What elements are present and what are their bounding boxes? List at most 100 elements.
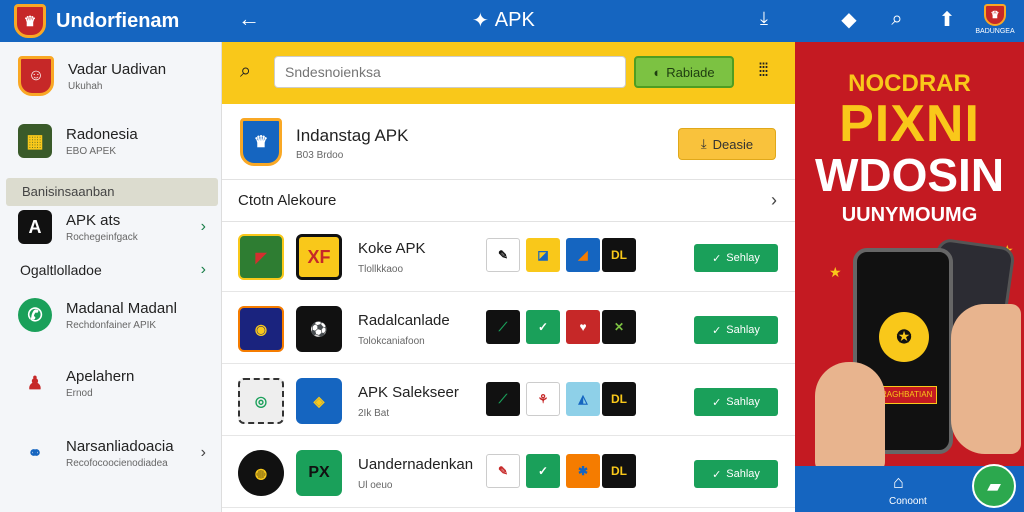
more-grid-icon[interactable]: ⁞⁞⁞: [758, 60, 769, 81]
whatsapp-icon: ✆: [18, 298, 52, 332]
home-icon[interactable]: ⌂: [893, 472, 904, 493]
sidebar-item-label: APK ats: [66, 211, 121, 229]
mini-icon: ⟋: [486, 382, 520, 416]
list-item[interactable]: ◍ PX Uandernadenkan Ul oeuo ✎ ✓ ✱ DL ✓ Sa…: [222, 438, 795, 508]
phone-emblem-icon: ✪: [879, 312, 929, 362]
row-title: Uandernadenkan: [358, 456, 474, 473]
search-input[interactable]: [274, 56, 626, 88]
sidebar-item-label: Madanal Madanl: [66, 299, 177, 317]
people-icon: ♟: [26, 372, 44, 393]
chevron-right-icon: ›: [200, 444, 206, 461]
avatar-label: BADUNGEA: [975, 28, 1015, 35]
category-label: Ctotn Alekoure: [238, 192, 337, 209]
sidebar-item-apelahern[interactable]: ♟ Apelahern Ernod: [0, 366, 222, 400]
sidebar-item-label: Narsanliadoacia: [66, 437, 174, 455]
sidebar-item-radonesia[interactable]: ▦ Radonesia EBO APEK: [0, 124, 222, 158]
mini-icon: ◭: [566, 382, 600, 416]
row-title: Radalcanlade: [358, 312, 450, 329]
hand-illustration: [951, 304, 1021, 454]
chat-fab-button[interactable]: ▰: [972, 464, 1016, 508]
promo-line-2: PIXNI: [839, 95, 980, 153]
chevron-right-icon: ›: [200, 218, 206, 235]
top-app-bar: ♛ Undorfienam ← ✦ APK ⤓ ◆ ⌕ ⬆ ♛ BADUNGEA: [0, 0, 1024, 42]
download-icon[interactable]: ⤓: [760, 8, 768, 29]
app-tile-icon: ◉: [238, 306, 284, 352]
mini-icon: ✎: [486, 454, 520, 488]
download-button-label: Deasie: [712, 136, 754, 152]
sidebar-user-profile[interactable]: ☺ Vadar Uadivan Ukuhah: [0, 56, 222, 96]
sidebar-item-label: Ogaltlolladoe: [20, 262, 102, 278]
category-row[interactable]: Ctotn Alekoure ›: [222, 180, 795, 222]
row-size: Tolokcaniafoon: [358, 336, 425, 347]
sidebar: ☺ Vadar Uadivan Ukuhah ▦ Radonesia EBO A…: [0, 42, 222, 512]
download-button[interactable]: ⤓ Deasie: [678, 128, 776, 160]
get-button[interactable]: ✓ Sahlay: [694, 460, 778, 488]
back-arrow-icon[interactable]: ←: [238, 6, 260, 32]
home-label[interactable]: Conoont: [889, 496, 927, 507]
mini-icon: ♥: [566, 310, 600, 344]
list-item[interactable]: ◤ XF Koke APK Tlollkkaoo ✎ ◪ ◢ DL ✓ Sehla…: [222, 222, 795, 292]
row-title: Koke APK: [358, 240, 426, 257]
mini-icon: DL: [602, 382, 636, 416]
mini-icon: ⚘: [526, 382, 560, 416]
tag-icon[interactable]: ◆: [836, 6, 862, 32]
avatar-shield-icon: ♛: [984, 4, 1006, 26]
brand[interactable]: ♛ Undorfienam: [14, 4, 179, 38]
hand-illustration: [815, 362, 885, 466]
app-tile-icon: ◈: [296, 378, 342, 424]
list-item[interactable]: ◎ ◈ APK Salekseer 2Ik Bat ⟋ ⚘ ◭ DL ✓ Sahl…: [222, 366, 795, 436]
app-name: Indanstag APK: [296, 126, 409, 145]
mini-icon: ✓: [526, 310, 560, 344]
page-title: ✦ APK: [472, 8, 535, 33]
app-logo: ♛: [240, 118, 282, 166]
check-icon: ✓: [712, 396, 722, 409]
sidebar-item-apk[interactable]: A APK ats Rochegeinfgack ›: [0, 210, 222, 244]
mini-icon: DL: [602, 454, 636, 488]
row-size: Tlollkkaoo: [358, 264, 404, 275]
promo-line-4: UUNYMOUMG: [841, 204, 978, 226]
upload-icon[interactable]: ⬆: [934, 6, 960, 32]
sidebar-item-sub: Ernod: [66, 387, 93, 399]
chat-icon: ▰: [987, 475, 1001, 496]
sidebar-item-sub: Rechdonfainer APIK: [66, 319, 157, 331]
row-title: APK Salekseer: [358, 384, 459, 401]
mini-icon: ✎: [486, 238, 520, 272]
promo-banner[interactable]: NOCDRAR PIXNI WDOSIN UUNYMOUMG ★ ★ ✪ BRA…: [795, 42, 1024, 466]
get-button-label: Sahlay: [726, 468, 760, 480]
mini-icon: DL: [602, 238, 636, 272]
avatar[interactable]: ♛ BADUNGEA: [975, 4, 1015, 40]
sidebar-item-category[interactable]: Ogaltlolladoe ›: [0, 261, 222, 278]
chevron-right-icon: ›: [771, 190, 777, 210]
brand-name: Undorfienam: [56, 9, 180, 32]
search-icon[interactable]: ⌕: [884, 6, 910, 32]
sidebar-item-madanal[interactable]: ✆ Madanal Madanl Rechdonfainer APIK: [0, 298, 222, 332]
mini-icon: ✓: [526, 454, 560, 488]
get-button[interactable]: ✓ Sahlay: [694, 316, 778, 344]
brand-logo-icon: ♛: [14, 4, 46, 38]
search-button[interactable]: ◐ Rabiade: [634, 56, 734, 88]
sidebar-item-narsanlia[interactable]: ⚭ Narsanliadoacia Recofocoocienodiadea ›: [0, 436, 222, 470]
sidebar-section-header: Banisinsaanban: [6, 178, 218, 206]
promo-line-3: WDOSIN: [814, 149, 1005, 201]
get-button-label: Sahlay: [726, 324, 760, 336]
app-tile-icon: ⚽: [296, 306, 342, 352]
row-size: 2Ik Bat: [358, 408, 390, 419]
get-button[interactable]: ✓ Sahlay: [694, 388, 778, 416]
sparkle-icon: ✦: [472, 10, 489, 32]
get-button[interactable]: ✓ Sehlay: [694, 244, 778, 272]
mini-icon: ◪: [526, 238, 560, 272]
mini-icon: ⟋: [486, 310, 520, 344]
user-sub: Ukuhah: [68, 80, 103, 92]
search-button-label: Rabiade: [666, 64, 715, 80]
get-button-label: Sehlay: [726, 252, 760, 264]
sidebar-item-sub: Rochegeinfgack: [66, 231, 138, 243]
list-item[interactable]: ◉ ⚽ Radalcanlade Tolokcaniafoon ⟋ ✓ ♥ ✕ …: [222, 294, 795, 364]
chevron-right-icon: ›: [200, 261, 206, 278]
page-title-text: APK: [494, 9, 535, 31]
sidebar-item-sub: EBO APEK: [66, 145, 117, 157]
app-header-card: ♛ Indanstag APK B03 Brdoo ⤓ Deasie: [222, 104, 795, 180]
mini-icon: ✕: [602, 310, 636, 344]
app-tile-icon: ◤: [238, 234, 284, 280]
main-content: ⌕ ◐ Rabiade ⁞⁞⁞ ♛ Indanstag APK B03 Brdo…: [222, 42, 795, 512]
user-avatar-icon: ☺: [18, 56, 54, 96]
